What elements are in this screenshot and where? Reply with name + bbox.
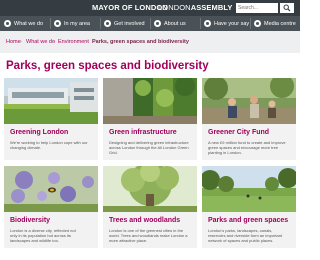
card-description-line: more attractive place. bbox=[109, 238, 148, 243]
card-description-line: changing climate. bbox=[10, 145, 42, 150]
breadcrumb: Home › What we do › Environment › Parks,… bbox=[0, 31, 300, 53]
nav-item-label: Get involved bbox=[114, 20, 145, 27]
card-description-line: Grid. bbox=[109, 150, 118, 155]
nav-divider bbox=[100, 18, 101, 29]
top-header: MAYOR OF LONDON LONDONASSEMBLY Search... bbox=[0, 0, 300, 16]
card-greening-london[interactable]: Greening London We're working to help Lo… bbox=[4, 78, 98, 160]
nav-divider bbox=[250, 18, 251, 29]
card-image bbox=[4, 78, 98, 124]
card-image bbox=[103, 78, 197, 124]
card-green-infrastructure[interactable]: Green infrastructure Designing and deliv… bbox=[103, 78, 197, 160]
breadcrumb-home[interactable]: Home bbox=[6, 39, 21, 45]
breadcrumb-separator: › bbox=[52, 39, 54, 45]
card-description: A new £9 million fund to create and impr… bbox=[208, 140, 292, 155]
location-icon bbox=[54, 20, 61, 27]
people-icon bbox=[104, 20, 111, 27]
card-description-line: network of spaces and public places. bbox=[208, 238, 274, 243]
main-nav: What we do In my area Get involved About… bbox=[0, 16, 300, 31]
breadcrumb-what-we-do[interactable]: What we do bbox=[26, 39, 55, 45]
card-biodiversity[interactable]: Biodiversity London is a diverse city, r… bbox=[4, 166, 98, 248]
mayor-of-london-logo[interactable]: MAYOR OF LONDON bbox=[92, 3, 168, 12]
card-title: Parks and green spaces bbox=[208, 217, 289, 224]
nav-item-label: What we do bbox=[14, 20, 44, 27]
card-description: London's parks, landscapes, canals, rese… bbox=[208, 228, 292, 243]
speech-icon bbox=[204, 20, 211, 27]
london-assembly-suffix: ASSEMBLY bbox=[190, 3, 233, 12]
breadcrumb-environment[interactable]: Environment bbox=[58, 39, 89, 45]
card-description-line: landscapes and wildlife too. bbox=[10, 238, 59, 243]
card-title: Greener City Fund bbox=[208, 129, 270, 136]
nav-divider bbox=[150, 18, 151, 29]
nav-item-label: Have your say bbox=[214, 20, 250, 27]
breadcrumb-current: Parks, green spaces and biodiversity bbox=[92, 39, 189, 45]
nav-item-label: About us bbox=[164, 20, 186, 27]
london-assembly-prefix: LONDON bbox=[158, 3, 191, 12]
card-description-line: across London through the All London Gre… bbox=[109, 145, 189, 150]
card-description: London is one of the greenest cities in … bbox=[109, 228, 193, 243]
nav-item-label: Media centre bbox=[264, 20, 296, 27]
nav-item-get-involved[interactable]: Get involved bbox=[104, 16, 145, 31]
card-title: Green infrastructure bbox=[109, 129, 177, 136]
card-parks-and-green-spaces[interactable]: Parks and green spaces London's parks, l… bbox=[202, 166, 296, 248]
dot-icon bbox=[4, 20, 11, 27]
london-assembly-logo[interactable]: LONDONASSEMBLY bbox=[158, 3, 232, 12]
card-description: London is a diverse city, reflected not … bbox=[10, 228, 94, 243]
nav-item-about-us[interactable]: About us bbox=[154, 16, 186, 31]
card-title: Greening London bbox=[10, 129, 69, 136]
info-icon bbox=[154, 20, 161, 27]
card-image bbox=[4, 166, 98, 212]
card-image bbox=[202, 166, 296, 212]
card-description-line: planting in London. bbox=[208, 150, 242, 155]
card-description: We're working to help London cope with o… bbox=[10, 140, 94, 150]
card-title: Trees and woodlands bbox=[109, 217, 181, 224]
nav-item-in-my-area[interactable]: In my area bbox=[54, 16, 90, 31]
search-button[interactable] bbox=[280, 3, 294, 13]
card-greener-city-fund[interactable]: Greener City Fund A new £9 million fund … bbox=[202, 78, 296, 160]
nav-divider bbox=[50, 18, 51, 29]
nav-item-label: In my area bbox=[64, 20, 90, 27]
search-input[interactable]: Search... bbox=[236, 3, 278, 13]
card-image bbox=[202, 78, 296, 124]
nav-divider bbox=[200, 18, 201, 29]
breadcrumb-separator: › bbox=[20, 39, 22, 45]
page-title: Parks, green spaces and biodiversity bbox=[6, 60, 209, 72]
nav-item-have-your-say[interactable]: Have your say bbox=[204, 16, 249, 31]
card-description: Designing and delivering green infrastru… bbox=[109, 140, 193, 155]
breadcrumb-separator: › bbox=[86, 39, 88, 45]
media-icon bbox=[254, 20, 261, 27]
card-image bbox=[103, 166, 197, 212]
search-icon bbox=[283, 4, 291, 12]
card-trees-and-woodlands[interactable]: Trees and woodlands London is one of the… bbox=[103, 166, 197, 248]
nav-item-media-centre[interactable]: Media centre bbox=[254, 16, 296, 31]
card-title: Biodiversity bbox=[10, 217, 51, 224]
nav-item-what-we-do[interactable]: What we do bbox=[4, 16, 43, 31]
